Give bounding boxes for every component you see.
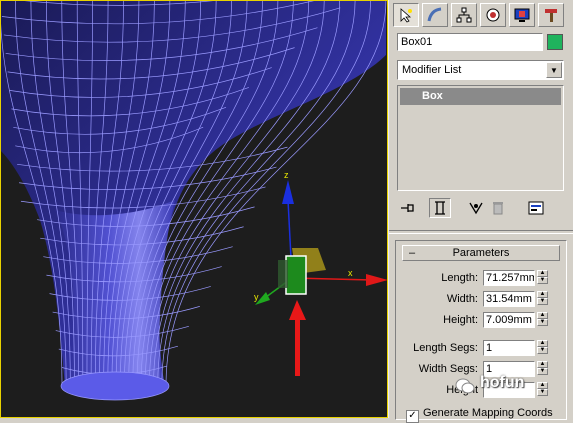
axis-label-x: x bbox=[348, 268, 353, 278]
param-label: Length Segs: bbox=[413, 342, 478, 354]
height-segs-spinner[interactable]: ▲ ▼ bbox=[537, 382, 548, 398]
param-label: Width Segs: bbox=[418, 363, 478, 375]
stack-item-box[interactable]: Box bbox=[400, 88, 561, 105]
axis-label-y: y bbox=[254, 292, 259, 302]
width-segs-spinner[interactable]: ▲ ▼ bbox=[537, 361, 548, 377]
tab-create[interactable] bbox=[393, 3, 419, 27]
param-length: Length: 71.257mm ▲ ▼ bbox=[396, 270, 566, 287]
modify-arc-icon bbox=[427, 7, 442, 22]
checkbox-label: Generate Mapping Coords bbox=[423, 407, 553, 419]
collapse-icon: – bbox=[409, 247, 416, 259]
pointer-arrow bbox=[289, 300, 306, 376]
hierarchy-icon bbox=[456, 7, 472, 23]
tab-display[interactable] bbox=[509, 3, 535, 27]
length-field[interactable]: 71.257mm bbox=[483, 270, 535, 286]
pin-stack-button[interactable] bbox=[397, 198, 419, 218]
make-unique-button[interactable] bbox=[465, 198, 487, 218]
stack-toolbar bbox=[397, 196, 564, 220]
length-spinner[interactable]: ▲ ▼ bbox=[537, 270, 548, 286]
tab-modify[interactable] bbox=[422, 3, 448, 27]
panel-separator bbox=[389, 230, 573, 234]
command-panel: Box01 Modifier List ▼ Box – Parameters L… bbox=[389, 0, 573, 423]
modifier-list-label: Modifier List bbox=[402, 64, 462, 76]
tab-motion[interactable] bbox=[480, 3, 506, 27]
param-label: Width: bbox=[446, 293, 478, 305]
perspective-viewport[interactable]: z x y bbox=[0, 0, 389, 418]
checkbox-check-icon: ✓ bbox=[406, 410, 419, 423]
viewport-canvas[interactable]: z x y bbox=[0, 0, 388, 418]
configure-modifier-sets-button[interactable] bbox=[525, 198, 547, 218]
wechat-logo-icon bbox=[455, 378, 475, 394]
watermark-text: hofun bbox=[480, 374, 525, 391]
tab-hierarchy[interactable] bbox=[451, 3, 477, 27]
make-unique-icon bbox=[469, 202, 483, 215]
parameters-rollout-header[interactable]: – Parameters bbox=[402, 245, 560, 261]
height-spinner[interactable]: ▲ ▼ bbox=[537, 312, 548, 328]
parameters-title: Parameters bbox=[452, 247, 510, 259]
configure-sets-icon bbox=[528, 201, 544, 215]
funnel-bottom-cap bbox=[60, 371, 170, 401]
generate-mapping-coords-checkbox[interactable]: ✓ Generate Mapping Coords bbox=[406, 407, 553, 423]
param-width: Width: 31.54mm ▲ ▼ bbox=[396, 291, 566, 308]
display-icon bbox=[514, 8, 530, 22]
axis-label-z: z bbox=[284, 170, 289, 180]
modifier-list-dropdown[interactable]: Modifier List ▼ bbox=[397, 60, 564, 80]
tab-utilities[interactable] bbox=[538, 3, 564, 27]
length-segs-field[interactable]: 1 bbox=[483, 340, 535, 356]
object-name-field[interactable]: Box01 bbox=[397, 33, 543, 51]
chevron-down-icon[interactable]: ▼ bbox=[546, 62, 562, 78]
length-segs-spinner[interactable]: ▲ ▼ bbox=[537, 340, 548, 356]
modifier-stack[interactable]: Box bbox=[397, 85, 564, 191]
param-height: Height: 7.009mm ▲ ▼ bbox=[396, 312, 566, 329]
motion-icon bbox=[486, 8, 500, 22]
transform-gizmo[interactable] bbox=[255, 180, 388, 305]
param-label: Height: bbox=[443, 314, 478, 326]
remove-modifier-button[interactable] bbox=[487, 198, 509, 218]
param-length-segs: Length Segs: 1 ▲ ▼ bbox=[396, 340, 566, 357]
trash-icon bbox=[493, 202, 503, 215]
param-label: Length: bbox=[441, 272, 478, 284]
parameters-rollout: – Parameters Length: 71.257mm ▲ ▼ Width: … bbox=[395, 240, 567, 423]
pin-icon bbox=[401, 204, 414, 212]
create-arrow-icon bbox=[400, 8, 412, 23]
utilities-hammer-icon bbox=[545, 9, 557, 22]
show-end-result-button[interactable] bbox=[429, 198, 451, 218]
height-field[interactable]: 7.009mm bbox=[483, 312, 535, 328]
command-panel-tabs bbox=[393, 3, 569, 29]
width-spinner[interactable]: ▲ ▼ bbox=[537, 291, 548, 307]
width-field[interactable]: 31.54mm bbox=[483, 291, 535, 307]
show-end-result-icon bbox=[435, 201, 445, 215]
object-color-swatch[interactable] bbox=[547, 34, 563, 50]
